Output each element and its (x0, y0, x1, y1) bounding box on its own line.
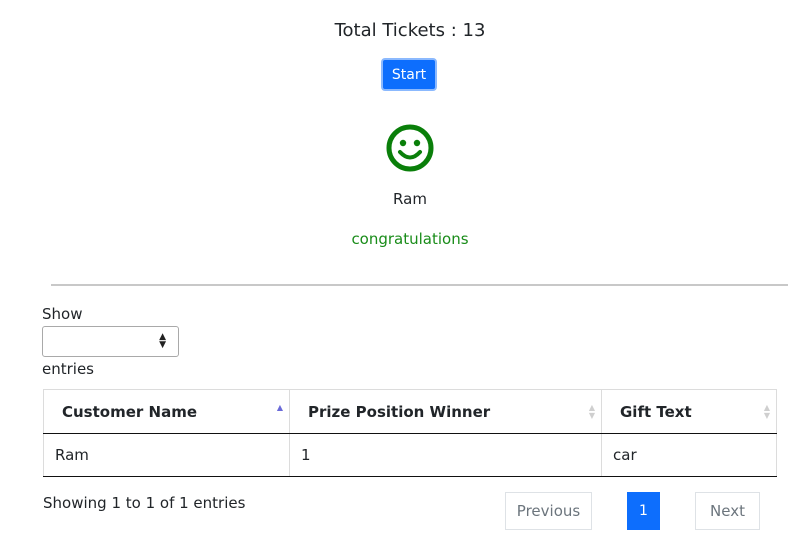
sort-icon: ▲ ▼ (763, 403, 770, 420)
entries-label: entries (42, 360, 94, 378)
start-button[interactable]: Start (381, 58, 437, 91)
table-info: Showing 1 to 1 of 1 entries (43, 494, 246, 512)
entries-length-select[interactable]: ▲ ▼ (42, 326, 179, 357)
smiley-face-icon (386, 124, 434, 172)
select-arrows-icon: ▲ ▼ (159, 332, 166, 350)
column-header-customer-name[interactable]: Customer Name ▲▼ (43, 389, 290, 434)
congratulations-message: congratulations (351, 230, 469, 248)
cell-gift-text: car (601, 433, 777, 477)
winner-name: Ram (393, 190, 427, 208)
column-header-label: Prize Position Winner (308, 402, 491, 421)
table-row: Ram 1 car (43, 433, 777, 477)
next-page-button[interactable]: Next (695, 492, 760, 530)
column-header-label: Customer Name (62, 402, 197, 421)
page-1-button[interactable]: 1 (627, 492, 660, 530)
column-header-label: Gift Text (620, 402, 692, 421)
cell-customer-name: Ram (43, 433, 290, 477)
sort-icon: ▲ ▼ (588, 403, 595, 420)
column-header-prize-position[interactable]: Prize Position Winner ▲ ▼ (289, 389, 602, 434)
page: Total Tickets : 13 Start Ram congratulat… (0, 0, 801, 553)
divider (51, 284, 788, 286)
sort-ascending-icon: ▲▼ (276, 403, 283, 412)
table-header-row: Customer Name ▲▼ Prize Position Winner ▲… (43, 389, 777, 434)
previous-page-button[interactable]: Previous (505, 492, 592, 530)
cell-prize-position: 1 (289, 433, 602, 477)
column-header-gift-text[interactable]: Gift Text ▲ ▼ (601, 389, 777, 434)
total-tickets: Total Tickets : 13 (334, 20, 486, 41)
winners-table: Customer Name ▲▼ Prize Position Winner ▲… (43, 389, 777, 477)
show-label: Show (42, 305, 83, 323)
